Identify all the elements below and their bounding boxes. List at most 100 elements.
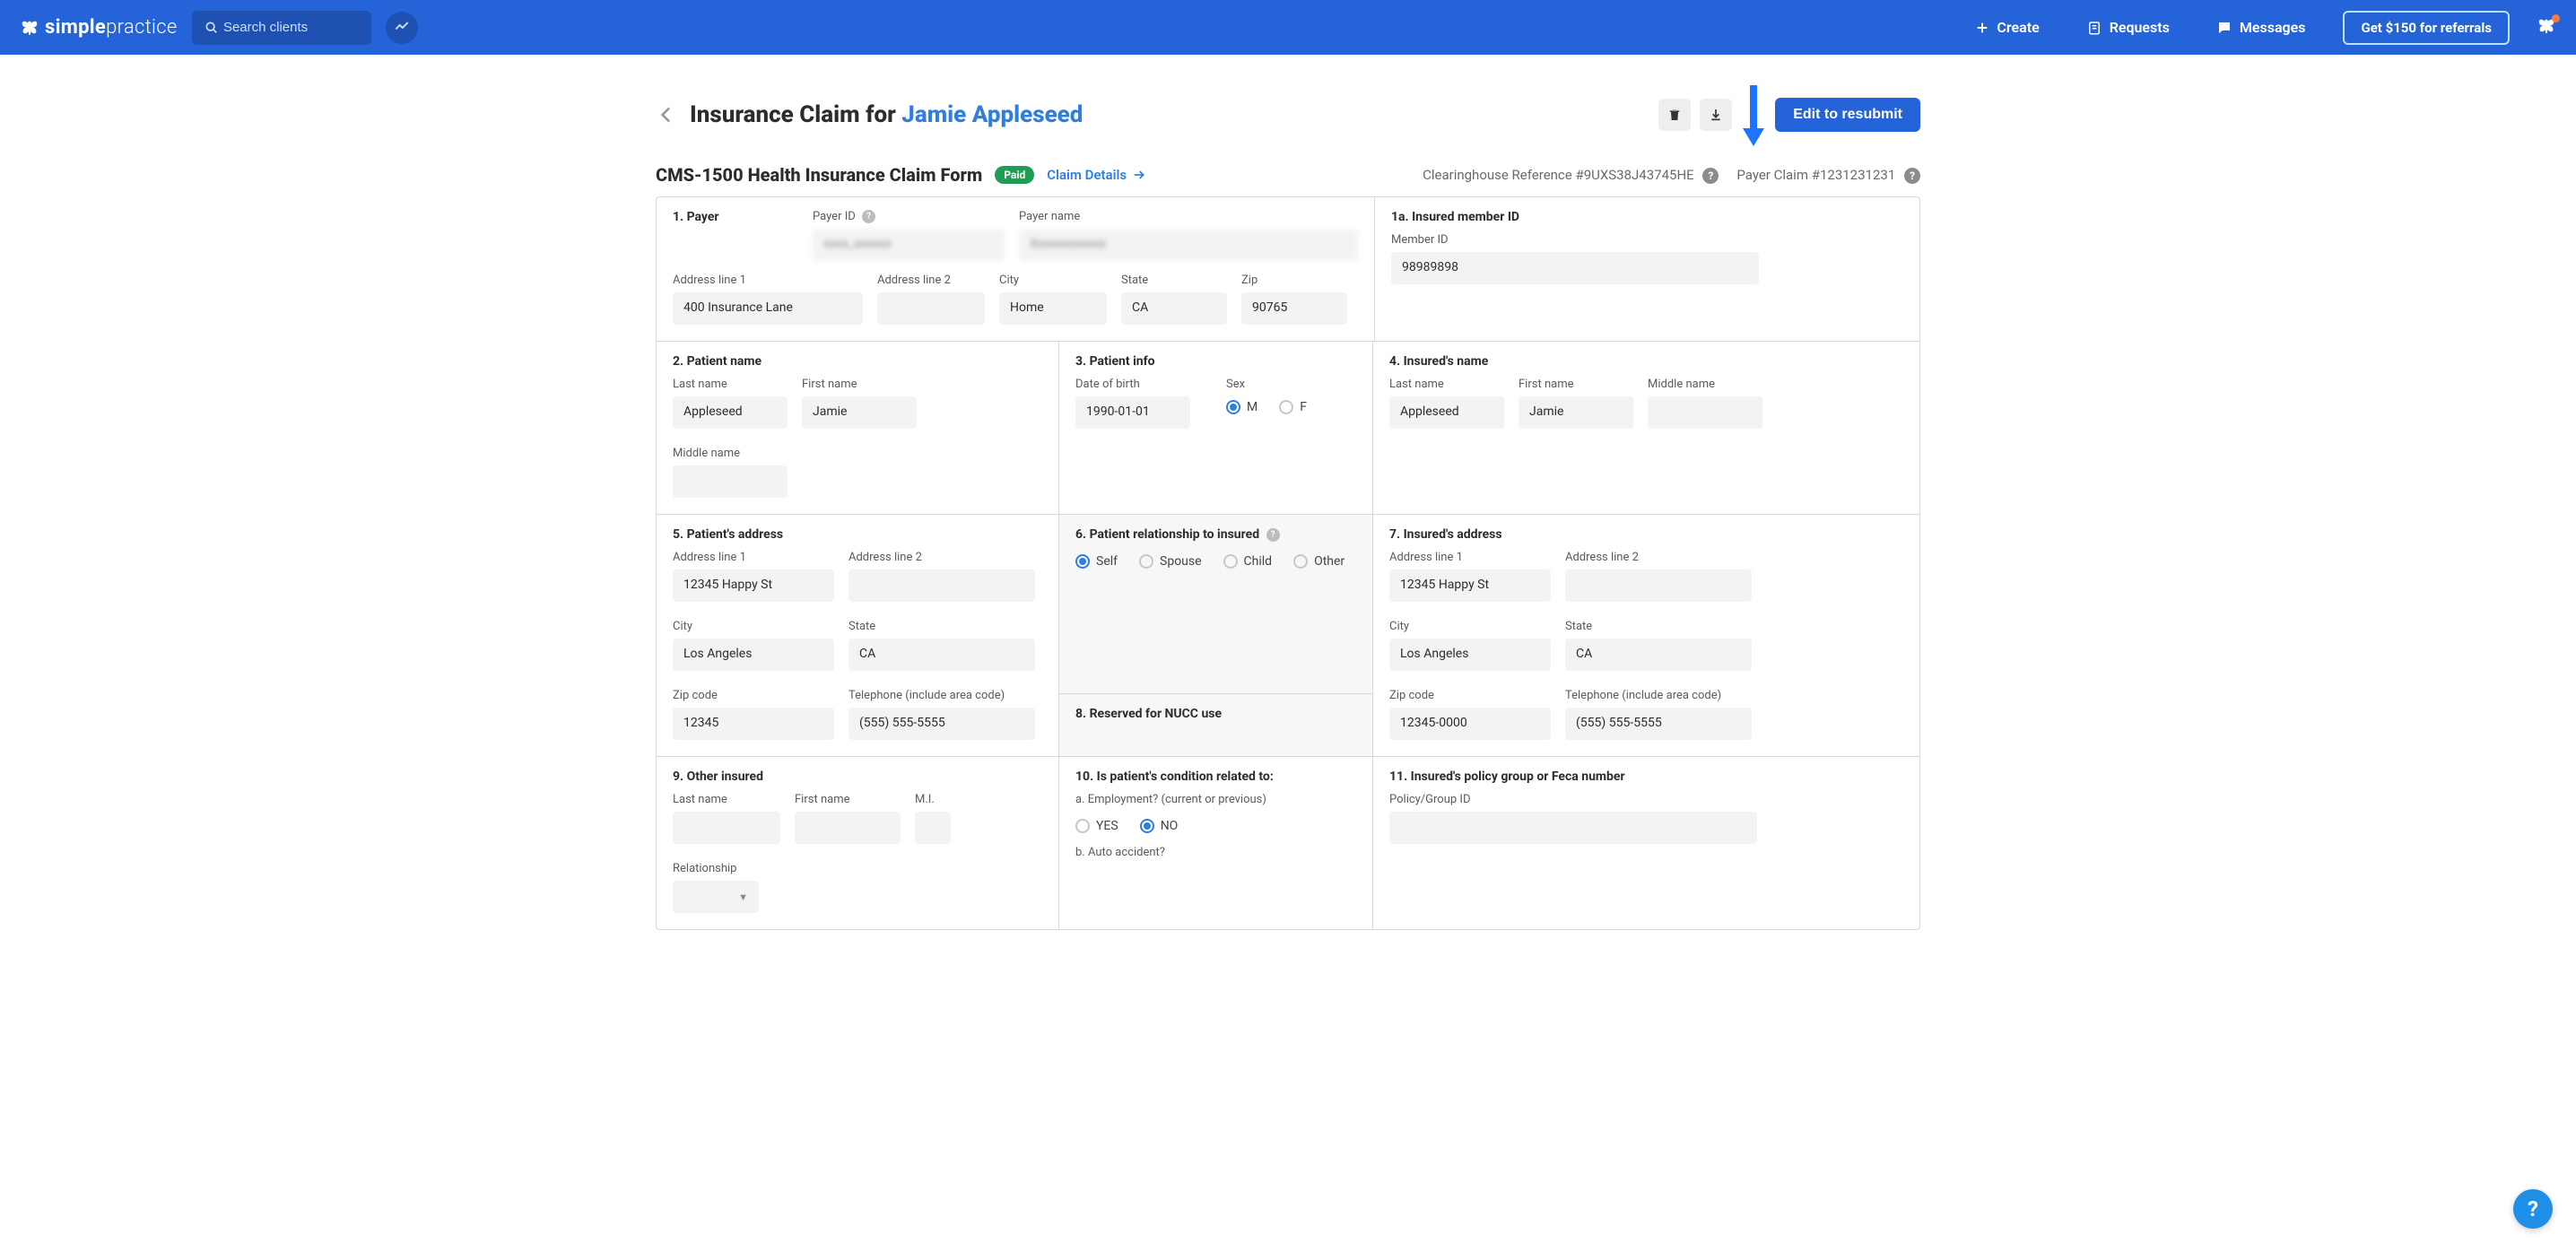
section-6-relationship: 6. Patient relationship to insured ? Sel… (1059, 515, 1372, 693)
section-title: 8. Reserved for NUCC use (1075, 707, 1356, 721)
field-label: City (999, 274, 1107, 287)
claim-details-link[interactable]: Claim Details (1047, 167, 1146, 183)
radio-10a-yes[interactable]: YES (1075, 819, 1118, 833)
other-first-field[interactable] (795, 812, 901, 844)
page-title: Insurance Claim for Jamie Appleseed (690, 101, 1083, 128)
help-fab[interactable]: ? (2513, 1189, 2553, 1229)
field-label: Zip code (1389, 689, 1551, 702)
referral-button[interactable]: Get $150 for referrals (2343, 11, 2510, 45)
nav-messages[interactable]: Messages (2200, 19, 2322, 36)
field-label: M.I. (915, 793, 951, 806)
section-title: 4. Insured's name (1389, 354, 1903, 369)
brand-logo[interactable]: simplepractice (20, 16, 178, 39)
radio-sex-f[interactable]: F (1279, 400, 1307, 414)
patient-zip-field[interactable]: 12345 (673, 708, 834, 740)
help-icon[interactable]: ? (1266, 528, 1280, 542)
payer-addr1-field[interactable]: 400 Insurance Lane (673, 292, 863, 325)
radio-rel-self[interactable]: Self (1075, 554, 1118, 569)
policy-id-field[interactable] (1389, 812, 1757, 844)
patient-city-field[interactable]: Los Angeles (673, 639, 834, 671)
section-10-condition: 10. Is patient's condition related to: a… (1058, 757, 1372, 929)
status-badge: Paid (995, 166, 1034, 184)
insured-addr2-field[interactable] (1565, 569, 1752, 602)
payer-city-field[interactable]: Home (999, 292, 1107, 325)
edit-resubmit-button[interactable]: Edit to resubmit (1775, 98, 1920, 132)
patient-addr1-field[interactable]: 12345 Happy St (673, 569, 834, 602)
nav-requests-label: Requests (2110, 19, 2170, 36)
delete-button[interactable] (1658, 99, 1691, 131)
radio-10a-no[interactable]: NO (1140, 819, 1179, 833)
radio-rel-other[interactable]: Other (1293, 554, 1345, 569)
patient-last-field[interactable]: Appleseed (673, 396, 788, 429)
notification-dot-icon (2552, 14, 2560, 22)
clipboard-icon (2086, 20, 2102, 36)
plus-icon (1975, 21, 1989, 35)
payer-id-field[interactable]: xxxx_xxxxxx (813, 229, 1005, 261)
radio-rel-spouse[interactable]: Spouse (1139, 554, 1202, 569)
payer-state-field[interactable]: CA (1121, 292, 1227, 325)
dob-field[interactable]: 1990-01-01 (1075, 396, 1190, 429)
field-label: Zip (1241, 274, 1347, 287)
field-label: First name (802, 378, 917, 391)
field-label: Middle name (1648, 378, 1762, 391)
brand-light: practice (106, 16, 177, 39)
help-icon[interactable]: ? (1702, 168, 1719, 184)
insured-state-field[interactable]: CA (1565, 639, 1752, 671)
nav-requests[interactable]: Requests (2070, 19, 2186, 36)
patient-addr2-field[interactable] (849, 569, 1035, 602)
section-title: 11. Insured's policy group or Feca numbe… (1389, 769, 1903, 784)
insured-middle-field[interactable] (1648, 396, 1762, 429)
payer-addr2-field[interactable] (877, 292, 985, 325)
insured-zip-field[interactable]: 12345-0000 (1389, 708, 1551, 740)
patient-first-field[interactable]: Jamie (802, 396, 917, 429)
chat-icon (2216, 20, 2232, 36)
field-label: State (849, 620, 1035, 633)
topbar: simplepractice Create Requests Messages … (0, 0, 2576, 55)
subheader: CMS-1500 Health Insurance Claim Form Pai… (656, 164, 1920, 196)
field-label: Middle name (673, 447, 788, 460)
help-icon[interactable]: ? (1904, 168, 1920, 184)
insured-city-field[interactable]: Los Angeles (1389, 639, 1551, 671)
section-2-patient-name: 2. Patient name Last nameAppleseed First… (657, 342, 1058, 514)
client-search[interactable] (192, 11, 371, 45)
claim-details-label: Claim Details (1047, 167, 1127, 183)
member-id-field[interactable]: 98989898 (1391, 252, 1759, 284)
section-title: 6. Patient relationship to insured ? (1075, 527, 1356, 542)
field-label: Address line 2 (849, 551, 1035, 564)
question-a-label: a. Employment? (current or previous) (1075, 793, 1356, 806)
back-arrow-icon[interactable] (656, 103, 679, 126)
payer-name-field[interactable]: Xxxxxxxxxxxx (1019, 229, 1358, 261)
field-label: City (673, 620, 834, 633)
insured-first-field[interactable]: Jamie (1519, 396, 1633, 429)
download-button[interactable] (1700, 99, 1732, 131)
radio-sex-m[interactable]: M (1226, 400, 1258, 414)
search-input[interactable] (222, 19, 359, 36)
field-label: Last name (673, 793, 780, 806)
analytics-button[interactable] (386, 12, 418, 44)
section-title: 2. Patient name (673, 354, 1042, 369)
insured-last-field[interactable]: Appleseed (1389, 396, 1504, 429)
claim-form: 1. Payer Payer ID ? xxxx_xxxxxx Payer na… (656, 196, 1920, 930)
section-9-other-insured: 9. Other insured Last name First name M.… (657, 757, 1058, 929)
payer-zip-field[interactable]: 90765 (1241, 292, 1347, 325)
patient-phone-field[interactable]: (555) 555-5555 (849, 708, 1035, 740)
help-icon[interactable]: ? (862, 210, 875, 223)
section-8-reserved: 8. Reserved for NUCC use (1059, 693, 1372, 756)
other-mi-field[interactable] (915, 812, 951, 844)
form-name: CMS-1500 Health Insurance Claim Form (656, 164, 982, 186)
relationship-select[interactable]: ▼ (673, 881, 759, 913)
client-link[interactable]: Jamie Appleseed (901, 101, 1083, 128)
notifications-button[interactable] (2537, 16, 2556, 39)
insured-phone-field[interactable]: (555) 555-5555 (1565, 708, 1752, 740)
nav-create[interactable]: Create (1959, 19, 2055, 36)
edit-resubmit-label: Edit to resubmit (1793, 107, 1902, 122)
other-last-field[interactable] (673, 812, 780, 844)
radio-rel-child[interactable]: Child (1223, 554, 1273, 569)
insured-addr1-field[interactable]: 12345 Happy St (1389, 569, 1551, 602)
field-label: Address line 1 (673, 274, 863, 287)
annotation-arrow-icon (1741, 82, 1766, 148)
section-7-insured-address: 7. Insured's address Address line 112345… (1372, 515, 1919, 756)
patient-middle-field[interactable] (673, 465, 788, 498)
field-label: First name (795, 793, 901, 806)
patient-state-field[interactable]: CA (849, 639, 1035, 671)
